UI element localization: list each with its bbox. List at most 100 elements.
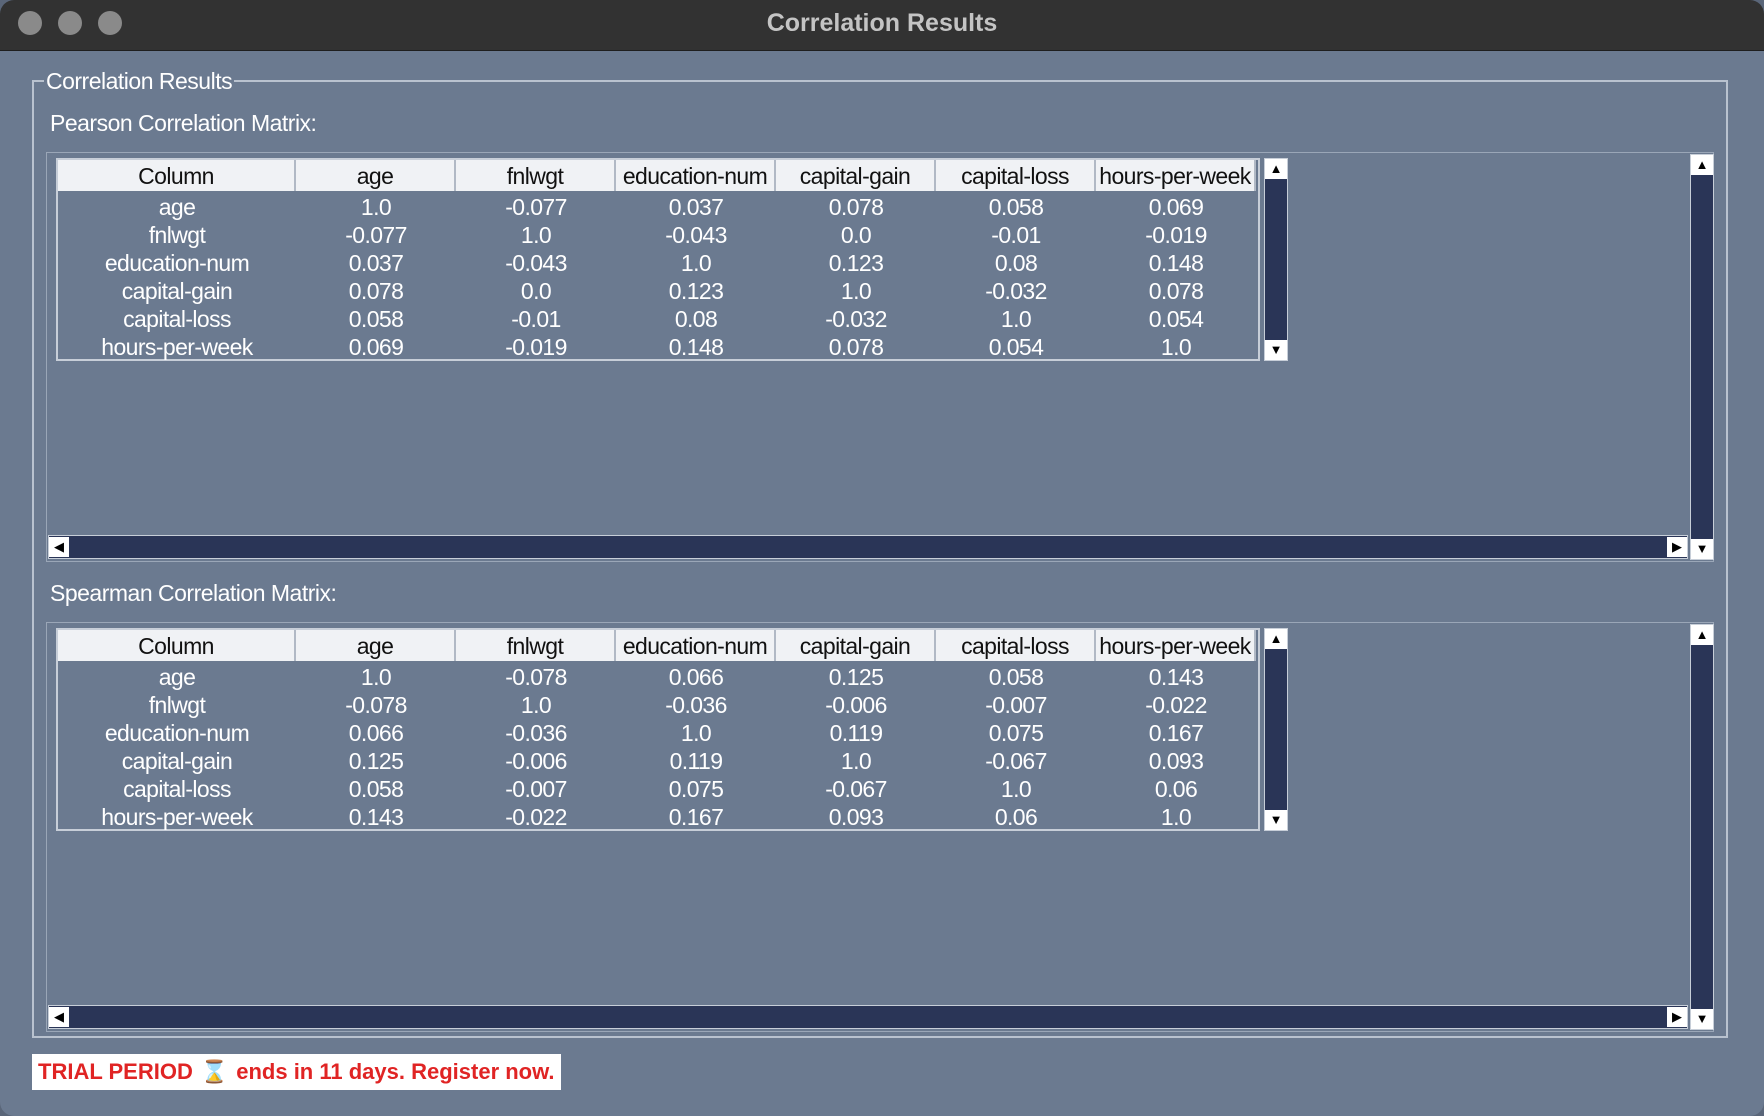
table-cell: 0.143 (348, 804, 404, 830)
scroll-right-arrow-icon[interactable]: ▶ (1667, 537, 1687, 557)
pearson-area-vscrollbar[interactable]: ▲ ▼ (1690, 154, 1714, 560)
table-cell: 0.078 (828, 334, 884, 360)
scroll-down-arrow-icon[interactable]: ▼ (1691, 539, 1713, 559)
table-row[interactable]: capital-loss 0.058 -0.01 0.08 -0.032 1.0… (58, 305, 1258, 333)
table-cell: -0.067 (825, 776, 887, 802)
pearson-area-hscrollbar[interactable]: ◀ ▶ (48, 535, 1688, 559)
trial-suffix[interactable]: ends in 11 days. Register now. (236, 1059, 554, 1085)
table-row[interactable]: age 1.0 -0.077 0.037 0.078 0.058 0.069 (58, 193, 1258, 221)
table-row[interactable]: fnlwgt -0.078 1.0 -0.036 -0.006 -0.007 -… (58, 691, 1258, 719)
spearman-area-vscrollbar[interactable]: ▲ ▼ (1690, 624, 1714, 1030)
table-cell: 0.069 (1148, 194, 1204, 220)
table-cell: 0.054 (988, 334, 1044, 360)
window-title: Correlation Results (766, 9, 998, 37)
table-cell: 1.0 (680, 720, 712, 746)
column-header[interactable]: Column (58, 630, 296, 661)
row-label: age (158, 194, 196, 220)
spearman-table-vscrollbar[interactable]: ▲ ▼ (1264, 628, 1288, 831)
scroll-down-arrow-icon[interactable]: ▼ (1265, 810, 1287, 830)
table-cell: 0.054 (1148, 306, 1204, 332)
column-header[interactable]: age (296, 630, 456, 661)
table-cell: 0.037 (668, 194, 724, 220)
table-cell: -0.01 (511, 306, 561, 332)
table-cell: 0.06 (994, 804, 1038, 830)
table-cell: 0.06 (1154, 776, 1198, 802)
scroll-up-arrow-icon[interactable]: ▲ (1691, 155, 1713, 175)
table-cell: 0.125 (828, 664, 884, 690)
table-row[interactable]: hours-per-week 0.069 -0.019 0.148 0.078 … (58, 333, 1258, 361)
table-cell: 0.075 (988, 720, 1044, 746)
row-label: education-num (104, 250, 250, 276)
table-cell: 0.0 (840, 222, 872, 248)
row-label: fnlwgt (148, 692, 206, 718)
pearson-table-vscrollbar[interactable]: ▲ ▼ (1264, 158, 1288, 361)
table-cell: 1.0 (1000, 776, 1032, 802)
table-cell: -0.036 (665, 692, 727, 718)
table-cell: 1.0 (360, 194, 392, 220)
table-cell: -0.043 (665, 222, 727, 248)
row-label: fnlwgt (148, 222, 206, 248)
scroll-up-arrow-icon[interactable]: ▲ (1265, 159, 1287, 179)
table-row[interactable]: capital-loss 0.058 -0.007 0.075 -0.067 1… (58, 775, 1258, 803)
column-header[interactable]: hours-per-week (1096, 630, 1256, 661)
table-cell: -0.006 (505, 748, 567, 774)
table-cell: -0.019 (505, 334, 567, 360)
column-header[interactable]: capital-loss (936, 630, 1096, 661)
table-row[interactable]: age 1.0 -0.078 0.066 0.125 0.058 0.143 (58, 663, 1258, 691)
table-header: Column age fnlwgt education-num capital-… (58, 160, 1258, 191)
table-cell: 1.0 (840, 748, 872, 774)
title-bar: Correlation Results (0, 0, 1764, 51)
table-cell: 0.08 (674, 306, 718, 332)
table-cell: -0.007 (985, 692, 1047, 718)
scroll-up-arrow-icon[interactable]: ▲ (1691, 625, 1713, 645)
trial-banner[interactable]: TRIAL PERIOD ⌛ ends in 11 days. Register… (32, 1054, 561, 1090)
table-cell: 0.037 (348, 250, 404, 276)
table-cell: -0.067 (985, 748, 1047, 774)
row-label: hours-per-week (101, 804, 253, 830)
column-header[interactable]: hours-per-week (1096, 160, 1256, 191)
table-cell: -0.019 (1145, 222, 1207, 248)
row-label: education-num (104, 720, 250, 746)
scroll-left-arrow-icon[interactable]: ◀ (49, 537, 69, 557)
table-row[interactable]: hours-per-week 0.143 -0.022 0.167 0.093 … (58, 803, 1258, 831)
spearman-area-hscrollbar[interactable]: ◀ ▶ (48, 1005, 1688, 1029)
table-row[interactable]: capital-gain 0.078 0.0 0.123 1.0 -0.032 … (58, 277, 1258, 305)
column-header[interactable]: capital-loss (936, 160, 1096, 191)
column-header[interactable]: capital-gain (776, 160, 936, 191)
scroll-right-arrow-icon[interactable]: ▶ (1667, 1007, 1687, 1027)
spearman-table: Column age fnlwgt education-num capital-… (56, 628, 1260, 831)
table-cell: -0.036 (505, 720, 567, 746)
hourglass-icon: ⌛ (200, 1059, 229, 1084)
table-row[interactable]: fnlwgt -0.077 1.0 -0.043 0.0 -0.01 -0.01… (58, 221, 1258, 249)
column-header[interactable]: education-num (616, 630, 776, 661)
table-cell: 0.119 (669, 748, 723, 774)
column-header[interactable]: age (296, 160, 456, 191)
scroll-left-arrow-icon[interactable]: ◀ (49, 1007, 69, 1027)
table-cell: 0.069 (348, 334, 404, 360)
table-header: Column age fnlwgt education-num capital-… (58, 630, 1258, 661)
column-header[interactable]: fnlwgt (456, 630, 616, 661)
table-cell: 1.0 (1160, 334, 1192, 360)
table-cell: 0.066 (668, 664, 724, 690)
column-header[interactable]: Column (58, 160, 296, 191)
table-row[interactable]: capital-gain 0.125 -0.006 0.119 1.0 -0.0… (58, 747, 1258, 775)
scroll-down-arrow-icon[interactable]: ▼ (1265, 340, 1287, 360)
scroll-down-arrow-icon[interactable]: ▼ (1691, 1009, 1713, 1029)
scroll-up-arrow-icon[interactable]: ▲ (1265, 629, 1287, 649)
table-cell: -0.078 (345, 692, 407, 718)
table-cell: 0.078 (1148, 278, 1204, 304)
table-cell: 0.058 (348, 306, 404, 332)
table-cell: 1.0 (680, 250, 712, 276)
table-row[interactable]: education-num 0.037 -0.043 1.0 0.123 0.0… (58, 249, 1258, 277)
row-label: age (158, 664, 196, 690)
column-header[interactable]: education-num (616, 160, 776, 191)
pearson-table: Column age fnlwgt education-num capital-… (56, 158, 1260, 361)
table-cell: 1.0 (520, 222, 552, 248)
table-row[interactable]: education-num 0.066 -0.036 1.0 0.119 0.0… (58, 719, 1258, 747)
column-header[interactable]: fnlwgt (456, 160, 616, 191)
table-cell: 0.167 (1148, 720, 1204, 746)
column-header[interactable]: capital-gain (776, 630, 936, 661)
table-cell: -0.006 (825, 692, 887, 718)
table-cell: 0.093 (828, 804, 884, 830)
row-label: capital-loss (123, 306, 231, 332)
